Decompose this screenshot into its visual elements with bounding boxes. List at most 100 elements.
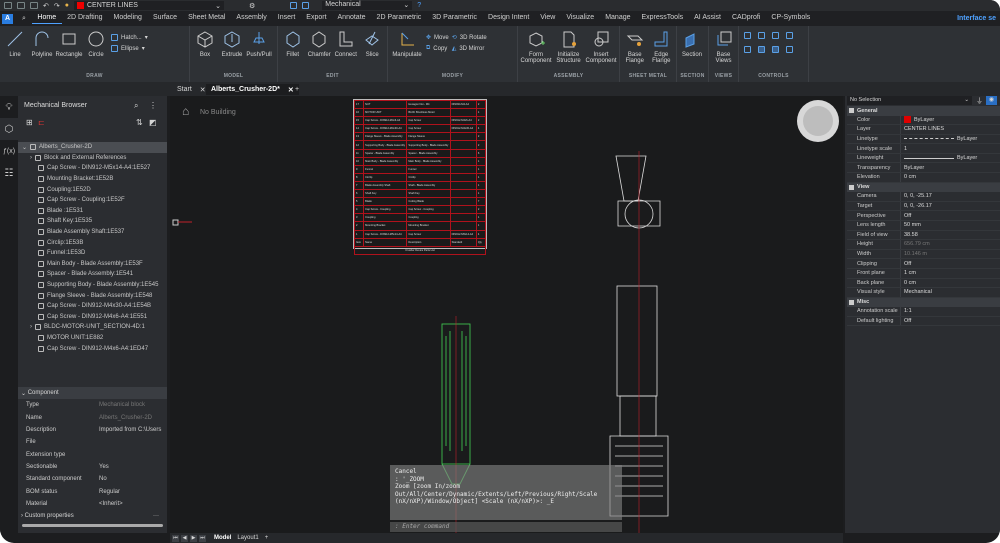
help-icon[interactable]: ? bbox=[417, 2, 421, 9]
tab-3d-parametric[interactable]: 3D Parametric bbox=[427, 14, 483, 24]
layer-dropdown[interactable]: CENTER LINES ⌄ bbox=[73, 1, 224, 10]
last-tab-button[interactable]: ⏭ bbox=[199, 534, 206, 542]
tree-item[interactable]: Cap Screw - DIN912-M5x14-A4:1E527 bbox=[18, 163, 167, 174]
3d-mirror-tool[interactable]: ◭ 3D Mirror bbox=[452, 45, 487, 53]
property-row[interactable]: Height 656.79 cm bbox=[847, 240, 1000, 250]
view-cube-icon[interactable] bbox=[290, 2, 298, 9]
property-row[interactable]: Perspective Off bbox=[847, 211, 1000, 221]
browser-tool-icon-2[interactable]: ⊏ bbox=[38, 118, 45, 127]
layer-tools-icon[interactable]: ⚙ bbox=[249, 2, 255, 10]
tab-assembly[interactable]: Assembly bbox=[231, 14, 272, 24]
property-value[interactable]: Yes bbox=[99, 464, 109, 470]
tree-item[interactable]: › BLDC-MOTOR-UNIT_SECTION-4D:1 bbox=[18, 322, 167, 333]
circle-tool[interactable]: Circle bbox=[84, 30, 108, 58]
property-row[interactable]: Field of view 38.58 bbox=[847, 230, 1000, 241]
new-tab-button[interactable]: + bbox=[290, 84, 304, 95]
control-icon-4[interactable] bbox=[786, 32, 793, 39]
lightbulb-icon[interactable]: 💡︎ bbox=[0, 96, 18, 118]
tab-manage[interactable]: Manage bbox=[600, 14, 636, 24]
horizontal-scrollbar[interactable] bbox=[22, 524, 163, 528]
component-property-row[interactable]: Extension type bbox=[18, 448, 167, 460]
component-property-row[interactable]: Type Mechanical block bbox=[18, 399, 167, 411]
polyline-tool[interactable]: Polyline bbox=[30, 30, 54, 58]
tab-cadprofi[interactable]: CADprofi bbox=[726, 14, 765, 24]
search-icon[interactable]: ⌕ bbox=[134, 101, 138, 111]
tree-item[interactable]: Mounting Bracket:1E52B bbox=[18, 174, 167, 185]
control-icon-1[interactable] bbox=[744, 32, 751, 39]
edge-flange-tool[interactable]: Edge Flange bbox=[650, 30, 674, 64]
property-value[interactable]: Regular bbox=[99, 489, 120, 495]
more-icon[interactable]: ··· bbox=[153, 513, 159, 519]
property-value[interactable]: No bbox=[99, 476, 107, 482]
ellipse-tool[interactable]: Ellipse ▾ bbox=[111, 45, 148, 52]
property-row[interactable]: Elevation 0 cm bbox=[847, 173, 1000, 183]
add-layout-button[interactable]: + bbox=[265, 535, 269, 541]
sort-icon[interactable]: ⇅ bbox=[136, 118, 143, 127]
tab-insert[interactable]: Insert bbox=[272, 14, 301, 24]
property-row[interactable]: Lens length 50 mm bbox=[847, 220, 1000, 231]
filter-icon[interactable]: ⏚ bbox=[976, 96, 983, 106]
tab-expresstools[interactable]: ExpressTools bbox=[636, 14, 689, 24]
fillet-tool[interactable]: Fillet bbox=[281, 30, 305, 58]
3d-rotate-tool[interactable]: ⟲ 3D Rotate bbox=[452, 34, 487, 42]
interface-settings-link[interactable]: Interface se bbox=[957, 15, 996, 22]
property-row[interactable]: Camera 0, 0, -25.17 bbox=[847, 192, 1000, 202]
print-icon[interactable] bbox=[30, 2, 38, 9]
view-cube-icon-2[interactable] bbox=[302, 2, 310, 9]
property-row[interactable]: Target 0, 0, -26.17 bbox=[847, 201, 1000, 212]
search-icon[interactable]: ⌕ bbox=[22, 15, 26, 23]
component-property-row[interactable]: BOM status Regular bbox=[18, 485, 167, 497]
push-pull-tool[interactable]: Push/Pull bbox=[246, 30, 272, 58]
base-views-tool[interactable]: Base Views bbox=[712, 30, 735, 64]
tab-home[interactable]: Home bbox=[31, 14, 62, 24]
property-value[interactable]: <Inherit> bbox=[99, 501, 123, 507]
more-options-icon[interactable]: ⋮ bbox=[149, 101, 157, 110]
tree-item[interactable]: Shaft Key:1E535 bbox=[18, 216, 167, 227]
property-row[interactable]: Back plane 0 cm bbox=[847, 278, 1000, 289]
tab-2d-drafting[interactable]: 2D Drafting bbox=[62, 14, 108, 24]
parameters-icon[interactable]: ƒ(x) bbox=[0, 140, 18, 162]
tab-layout1[interactable]: Layout1 bbox=[237, 535, 258, 541]
tree-item[interactable]: Cap Screw - DIN912-M4x6-A4:1E551 bbox=[18, 312, 167, 323]
tab-surface[interactable]: Surface bbox=[147, 14, 182, 24]
prev-tab-button[interactable]: ◀ bbox=[181, 534, 188, 542]
line-tool[interactable]: Line bbox=[3, 30, 27, 58]
tree-item[interactable]: Blade :1E531 bbox=[18, 206, 167, 217]
hatch-tool[interactable]: Hatch... ▾ bbox=[111, 34, 148, 41]
control-icon-5[interactable] bbox=[744, 46, 751, 53]
custom-properties-row[interactable]: › Custom properties ··· bbox=[18, 510, 167, 522]
control-icon-6[interactable] bbox=[758, 46, 765, 53]
tree-item[interactable]: Main Body - Blade Assembly:1E53F bbox=[18, 259, 167, 270]
tree-item[interactable]: › Block and External References bbox=[18, 153, 167, 164]
property-row[interactable]: Default lighting Off bbox=[847, 316, 1000, 327]
tree-item[interactable]: Supporting Body - Blade Assembly:1E545 bbox=[18, 280, 167, 291]
tab-cp-symbols[interactable]: CP-Symbols bbox=[766, 14, 816, 24]
lightbulb-icon[interactable]: ● bbox=[65, 2, 69, 9]
property-row[interactable]: Visual style Mechanical bbox=[847, 288, 1000, 298]
property-section-header[interactable]: View bbox=[847, 182, 1000, 193]
tree-item[interactable]: Funnel:1E53D bbox=[18, 248, 167, 259]
tab-annotate[interactable]: Annotate bbox=[332, 14, 371, 24]
property-row[interactable]: Linetype scale 1 bbox=[847, 144, 1000, 154]
tab-view[interactable]: View bbox=[535, 14, 561, 24]
component-property-row[interactable]: Sectionable Yes bbox=[18, 461, 167, 473]
tab-ai-assist[interactable]: AI Assist bbox=[689, 14, 727, 24]
box-tool[interactable]: Box bbox=[193, 30, 217, 58]
chamfer-tool[interactable]: Chamfer bbox=[308, 30, 332, 58]
manipulate-tool[interactable]: Manipulate bbox=[391, 30, 423, 58]
tree-item[interactable]: Cap Screw - Coupling:1E52F bbox=[18, 195, 167, 206]
control-icon-3[interactable] bbox=[772, 32, 779, 39]
property-row[interactable]: Layer CENTER LINES bbox=[847, 125, 1000, 135]
drawing-canvas[interactable]: ⌂ No Building 17 NUT Hexagon Nut - M4 DIN93… bbox=[170, 96, 843, 533]
tab-sheet-metal[interactable]: Sheet Metal bbox=[183, 14, 231, 24]
tab-export[interactable]: Export bbox=[301, 14, 332, 24]
browser-tool-icon-1[interactable]: ⊞ bbox=[26, 118, 33, 127]
tree-item[interactable]: Spacer - Blade Assembly:1E541 bbox=[18, 269, 167, 280]
base-flange-tool[interactable]: Base Flange bbox=[623, 30, 647, 64]
structure-icon[interactable]: ☷ bbox=[0, 162, 18, 184]
control-icon-2[interactable] bbox=[758, 32, 765, 39]
section-tool[interactable]: Section bbox=[680, 30, 704, 58]
tab-visualize[interactable]: Visualize bbox=[561, 14, 600, 24]
property-section-header[interactable]: General bbox=[847, 106, 1000, 116]
toggle-icon[interactable]: ◩ bbox=[149, 118, 157, 127]
